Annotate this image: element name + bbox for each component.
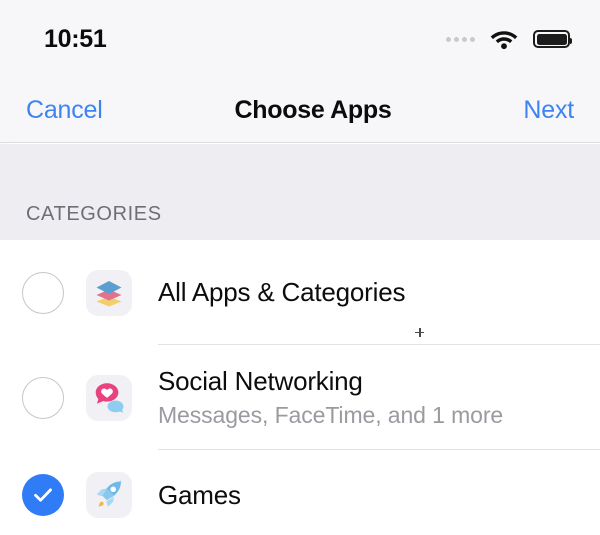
- status-bar-time: 10:51: [44, 24, 107, 53]
- screen-root: 10:51 Cancel Choose Apps Next CATEGORIES: [0, 0, 600, 535]
- list-item-text: All Apps & Categories: [158, 277, 405, 308]
- signal-dots-icon: [446, 36, 475, 42]
- list-item-games[interactable]: Games: [0, 450, 600, 535]
- empty-circle-icon[interactable]: [22, 376, 64, 419]
- checkmark-circle-filled-icon[interactable]: [22, 474, 64, 516]
- categories-section-header: CATEGORIES: [0, 144, 600, 240]
- next-button[interactable]: Next: [523, 96, 574, 125]
- list-item-social-networking[interactable]: Social Networking Messages, FaceTime, an…: [0, 345, 600, 450]
- list-item-title: All Apps & Categories: [158, 277, 406, 308]
- empty-circle-icon[interactable]: [22, 271, 64, 314]
- chat-bubbles-heart-icon: [86, 374, 132, 421]
- section-header-label: CATEGORIES: [26, 203, 162, 225]
- list-item-all-apps[interactable]: All Apps & Categories: [0, 240, 600, 345]
- layers-stack-icon: [86, 269, 132, 316]
- page-title: Choose Apps: [234, 95, 392, 124]
- list-item-text: Games: [158, 480, 241, 511]
- status-bar: 10:51: [0, 0, 600, 78]
- cancel-button[interactable]: Cancel: [26, 96, 103, 125]
- categories-list: All Apps & Categories Social Networking …: [0, 240, 600, 535]
- navigation-bar: Cancel Choose Apps Next: [0, 78, 600, 143]
- rocket-icon: [86, 472, 132, 518]
- list-item-subtitle: Messages, FaceTime, and 1 more: [158, 401, 504, 428]
- battery-full-icon: [533, 30, 572, 48]
- list-item-title: Games: [158, 479, 241, 510]
- status-bar-indicators: [446, 28, 572, 50]
- wifi-icon: [490, 31, 518, 50]
- list-item-text: Social Networking Messages, FaceTime, an…: [158, 366, 503, 429]
- list-item-title: Social Networking: [158, 366, 363, 397]
